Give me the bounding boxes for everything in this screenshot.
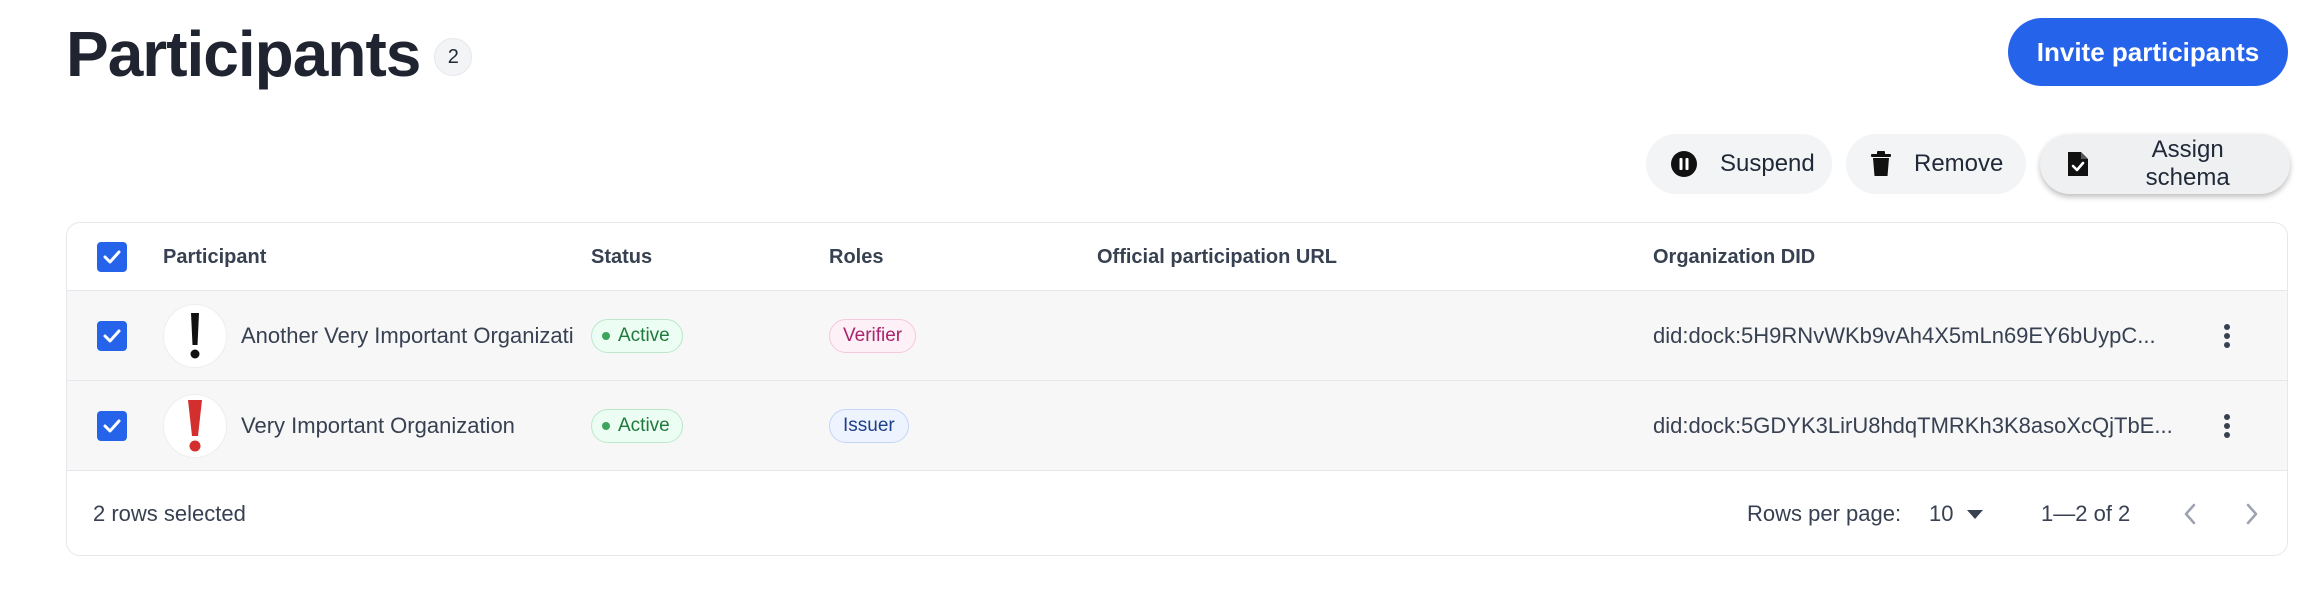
- suspend-button[interactable]: Suspend: [1646, 134, 1832, 194]
- pause-circle-icon: [1670, 149, 1698, 179]
- page-header: Participants 2: [66, 14, 473, 94]
- caret-down-icon: [1967, 509, 1984, 519]
- select-all-cell: [97, 223, 127, 291]
- roles-cell: Verifier: [829, 291, 917, 381]
- previous-page-button[interactable]: [2175, 471, 2205, 555]
- column-header-participant[interactable]: Participant: [163, 223, 266, 291]
- participants-table: Participant Status Roles Official partic…: [66, 222, 2288, 556]
- exclamation-icon: [188, 400, 202, 452]
- roles-cell: Issuer: [829, 381, 909, 471]
- check-icon: [103, 329, 121, 343]
- column-header-status[interactable]: Status: [591, 223, 652, 291]
- remove-button[interactable]: Remove: [1846, 134, 2026, 194]
- trash-icon: [1870, 149, 1892, 179]
- avatar: [163, 394, 227, 458]
- table-header: Participant Status Roles Official partic…: [67, 223, 2287, 291]
- row-select-cell: [97, 381, 127, 471]
- next-page-button[interactable]: [2237, 471, 2267, 555]
- row-select-cell: [97, 291, 127, 381]
- participant-name: Another Very Important Organizati: [241, 323, 574, 348]
- column-header-roles[interactable]: Roles: [829, 223, 883, 291]
- rows-per-page-select[interactable]: 10: [1929, 471, 1984, 555]
- participant-cell: Another Very Important Organizati: [163, 291, 581, 381]
- role-badge: Verifier: [829, 319, 917, 353]
- status-dot-icon: [602, 422, 610, 430]
- pagination-range: 1—2 of 2: [2041, 501, 2131, 526]
- suspend-label: Suspend: [1720, 150, 1815, 177]
- status-badge: Active: [591, 319, 683, 353]
- check-icon: [103, 419, 121, 433]
- status-dot-icon: [602, 332, 610, 340]
- avatar: [163, 304, 227, 368]
- row-checkbox[interactable]: [97, 411, 127, 441]
- status-label: Active: [618, 325, 670, 346]
- status-label: Active: [618, 415, 670, 436]
- participant-cell: Very Important Organization: [163, 381, 581, 471]
- table-footer: 2 rows selected Rows per page: 10 1—2 of…: [67, 471, 2287, 555]
- invite-participants-button[interactable]: Invite participants: [2008, 18, 2288, 86]
- assign-schema-button[interactable]: Assign schema: [2040, 134, 2290, 194]
- more-vertical-icon: [2224, 414, 2230, 438]
- page-title: Participants: [66, 18, 421, 90]
- rows-per-page-label: Rows per page:: [1747, 501, 1902, 526]
- status-badge: Active: [591, 409, 683, 443]
- organization-did: did:dock:5GDYK3LirU8hdqTMRKh3K8asoXcQjTb…: [1653, 413, 2173, 438]
- assign-schema-label: Assign schema: [2145, 136, 2230, 191]
- rows-per-page-value: 10: [1929, 501, 1954, 526]
- selection-count: 2 rows selected: [93, 501, 246, 526]
- bulk-actions-toolbar: Suspend Remove Assign schema: [1646, 134, 2290, 194]
- status-cell: Active: [591, 381, 683, 471]
- chevron-left-icon: [2184, 503, 2196, 525]
- participant-name: Very Important Organization: [241, 413, 515, 438]
- row-more-menu[interactable]: [2215, 291, 2239, 381]
- table-row[interactable]: Very Important Organization Active Issue…: [67, 381, 2287, 471]
- select-all-checkbox[interactable]: [97, 242, 127, 272]
- exclamation-icon: [190, 313, 200, 359]
- organization-did: did:dock:5H9RNvWKb9vAh4X5mLn69EY6bUypC..…: [1653, 323, 2156, 348]
- more-vertical-icon: [2224, 324, 2230, 348]
- column-header-url[interactable]: Official participation URL: [1097, 223, 1337, 291]
- remove-label: Remove: [1914, 150, 2004, 177]
- document-check-icon: [2064, 149, 2091, 179]
- check-icon: [103, 250, 121, 264]
- status-cell: Active: [591, 291, 683, 381]
- row-more-menu[interactable]: [2215, 381, 2239, 471]
- participant-count-badge: 2: [434, 38, 473, 76]
- column-header-did[interactable]: Organization DID: [1653, 223, 1815, 291]
- role-badge: Issuer: [829, 409, 909, 443]
- table-row[interactable]: Another Very Important Organizati Active…: [67, 291, 2287, 381]
- row-checkbox[interactable]: [97, 321, 127, 351]
- chevron-right-icon: [2246, 503, 2258, 525]
